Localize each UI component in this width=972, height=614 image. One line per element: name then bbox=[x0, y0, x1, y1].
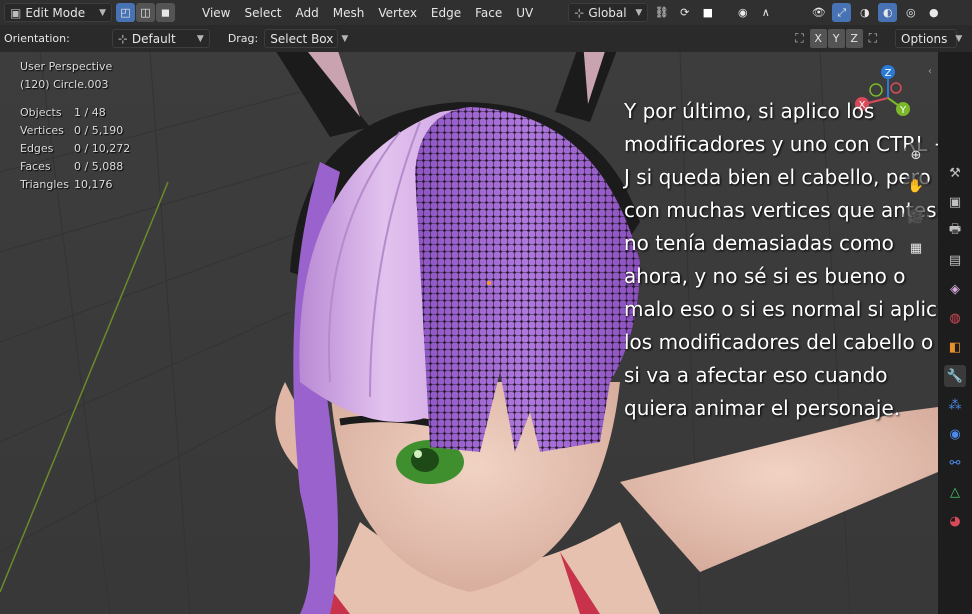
view-name: User Perspective bbox=[20, 60, 113, 73]
mode-dropdown[interactable]: ▣ Edit Mode ▼ bbox=[4, 3, 112, 22]
stats-label: Faces bbox=[20, 160, 51, 173]
material-icon[interactable]: ◕ bbox=[944, 510, 966, 532]
render-icon[interactable]: ▣ bbox=[944, 191, 966, 213]
navigation-tools: ⊕ ✋ 🎥 ▦ bbox=[903, 142, 929, 261]
properties-tab-strip: ⚒ ▣ 🖶 ▤ ◈ ◍ ◧ 🔧 ⁂ ◉ ⚯ △ ◕ bbox=[938, 52, 972, 614]
stats-value: 0 / 5,088 bbox=[74, 160, 124, 173]
menu-select[interactable]: Select bbox=[239, 6, 286, 20]
camera-icon[interactable]: 🎥 bbox=[903, 204, 929, 230]
output-icon[interactable]: 🖶 bbox=[944, 220, 966, 242]
world-icon[interactable]: ◍ bbox=[944, 307, 966, 329]
mode-label: Edit Mode bbox=[25, 5, 86, 20]
stats-label: Objects bbox=[20, 106, 62, 119]
stats-value: 1 / 48 bbox=[74, 106, 106, 119]
stats-value: 0 / 10,272 bbox=[74, 142, 131, 155]
drag-dropdown[interactable]: Select Box ▼ bbox=[264, 29, 348, 48]
stats-row: Objects 1 / 48 bbox=[20, 104, 130, 122]
select-mode-group: ◰ ◫ ◼ bbox=[116, 3, 175, 22]
scene-icon[interactable]: ◈ bbox=[944, 278, 966, 300]
mirror-axis-group: X Y Z bbox=[809, 29, 863, 48]
mirror-options-icon: ⛶ bbox=[795, 31, 804, 45]
chevron-left-icon[interactable]: ‹ bbox=[928, 66, 932, 77]
grid-icon[interactable]: ▦ bbox=[903, 235, 929, 261]
menu-edge[interactable]: Edge bbox=[426, 6, 466, 20]
chevron-down-icon: ▼ bbox=[99, 7, 106, 18]
orientation-value: Default bbox=[131, 31, 176, 46]
overlay-icon[interactable]: ◑ bbox=[855, 3, 874, 22]
visibility-eye-icon[interactable]: 👁 bbox=[809, 3, 828, 22]
options-dropdown[interactable]: Options ▼ bbox=[895, 29, 962, 48]
pivot-point-icon[interactable]: ⛓ bbox=[652, 3, 671, 22]
viewport-header: ▣ Edit Mode ▼ ◰ ◫ ◼ View Select Add Mesh… bbox=[0, 0, 972, 25]
drag-value: Select Box bbox=[270, 31, 334, 46]
solid-shading-icon[interactable]: ● bbox=[924, 3, 943, 22]
tool-icon[interactable]: ⚒ bbox=[944, 162, 966, 184]
edge-select-icon[interactable]: ◫ bbox=[136, 3, 155, 22]
data-icon[interactable]: △ bbox=[944, 481, 966, 503]
object-name: (120) Circle.003 bbox=[20, 78, 109, 91]
zoom-icon[interactable]: ⊕ bbox=[903, 142, 929, 168]
mirror-z-toggle[interactable]: Z bbox=[845, 29, 863, 48]
menu-mesh[interactable]: Mesh bbox=[328, 6, 370, 20]
transform-orientation-label: Global bbox=[588, 5, 627, 20]
stats-label: Edges bbox=[20, 142, 54, 155]
proportional-edit-icon[interactable]: ◉ bbox=[733, 3, 752, 22]
particles-icon[interactable]: ⁂ bbox=[944, 394, 966, 416]
chevron-down-icon: ▼ bbox=[955, 33, 963, 44]
face-select-icon[interactable]: ◼ bbox=[156, 3, 175, 22]
mirror-y-toggle[interactable]: Y bbox=[827, 29, 845, 48]
edit-mode-icon: ▣ bbox=[10, 5, 22, 20]
mirror-x-toggle[interactable]: X bbox=[809, 29, 827, 48]
topology-mirror-icon[interactable]: ⛶ bbox=[869, 31, 877, 46]
vertex-select-icon[interactable]: ◰ bbox=[116, 3, 135, 22]
stats-value: 10,176 bbox=[74, 178, 113, 191]
options-label: Options bbox=[901, 31, 948, 46]
orientation-axes-icon: ⊹ bbox=[117, 31, 128, 46]
stats-row: Faces 0 / 5,088 bbox=[20, 158, 130, 176]
drag-label: Drag: bbox=[227, 32, 259, 45]
chevron-down-icon: ▼ bbox=[635, 7, 643, 18]
modifier-icon[interactable]: 🔧 bbox=[944, 365, 966, 387]
menu-uv[interactable]: UV bbox=[511, 6, 538, 20]
falloff-icon[interactable]: ∧ bbox=[756, 3, 775, 22]
object-icon[interactable]: ◧ bbox=[944, 336, 966, 358]
orientation-label: Orientation: bbox=[4, 32, 70, 45]
tool-settings-bar: Orientation: ⊹ Default ▼ Drag: Select Bo… bbox=[0, 25, 972, 52]
view-layer-icon[interactable]: ▤ bbox=[944, 249, 966, 271]
chevron-down-icon: ▼ bbox=[196, 33, 204, 44]
stats-row: Triangles 10,176 bbox=[20, 176, 130, 194]
constraints-icon[interactable]: ⚯ bbox=[944, 452, 966, 474]
stats-label: Triangles bbox=[20, 178, 69, 191]
stats-label: Vertices bbox=[20, 124, 64, 137]
gizmo-icon[interactable]: ⤢ bbox=[832, 3, 852, 22]
orientation-dropdown[interactable]: ⊹ Default ▼ bbox=[111, 29, 210, 48]
gizmo-z-label: Z bbox=[885, 68, 892, 79]
menu-view[interactable]: View bbox=[197, 6, 235, 20]
menu-vertex[interactable]: Vertex bbox=[373, 6, 422, 20]
stats-value: 0 / 5,190 bbox=[74, 124, 124, 137]
viewport-stats: Objects 1 / 48 Vertices 0 / 5,190 Edges 0 /… bbox=[20, 104, 130, 194]
orientation-axes-icon: ⊹ bbox=[574, 5, 585, 20]
physics-icon[interactable]: ◉ bbox=[944, 423, 966, 445]
menu-add[interactable]: Add bbox=[291, 6, 324, 20]
hand-pan-icon[interactable]: ✋ bbox=[903, 173, 929, 199]
stats-row: Edges 0 / 10,272 bbox=[20, 140, 130, 158]
chevron-down-icon: ▼ bbox=[341, 33, 349, 44]
xray-icon[interactable]: ◐ bbox=[878, 3, 898, 22]
object-origin bbox=[487, 281, 491, 285]
menu-face[interactable]: Face bbox=[470, 6, 507, 20]
snap-target-icon[interactable]: ■ bbox=[698, 3, 717, 22]
transform-orientation-dropdown[interactable]: ⊹ Global ▼ bbox=[568, 3, 649, 22]
snap-icon[interactable]: ⟳ bbox=[675, 3, 694, 22]
stats-row: Vertices 0 / 5,190 bbox=[20, 122, 130, 140]
wireframe-shading-icon[interactable]: ◎ bbox=[901, 3, 920, 22]
